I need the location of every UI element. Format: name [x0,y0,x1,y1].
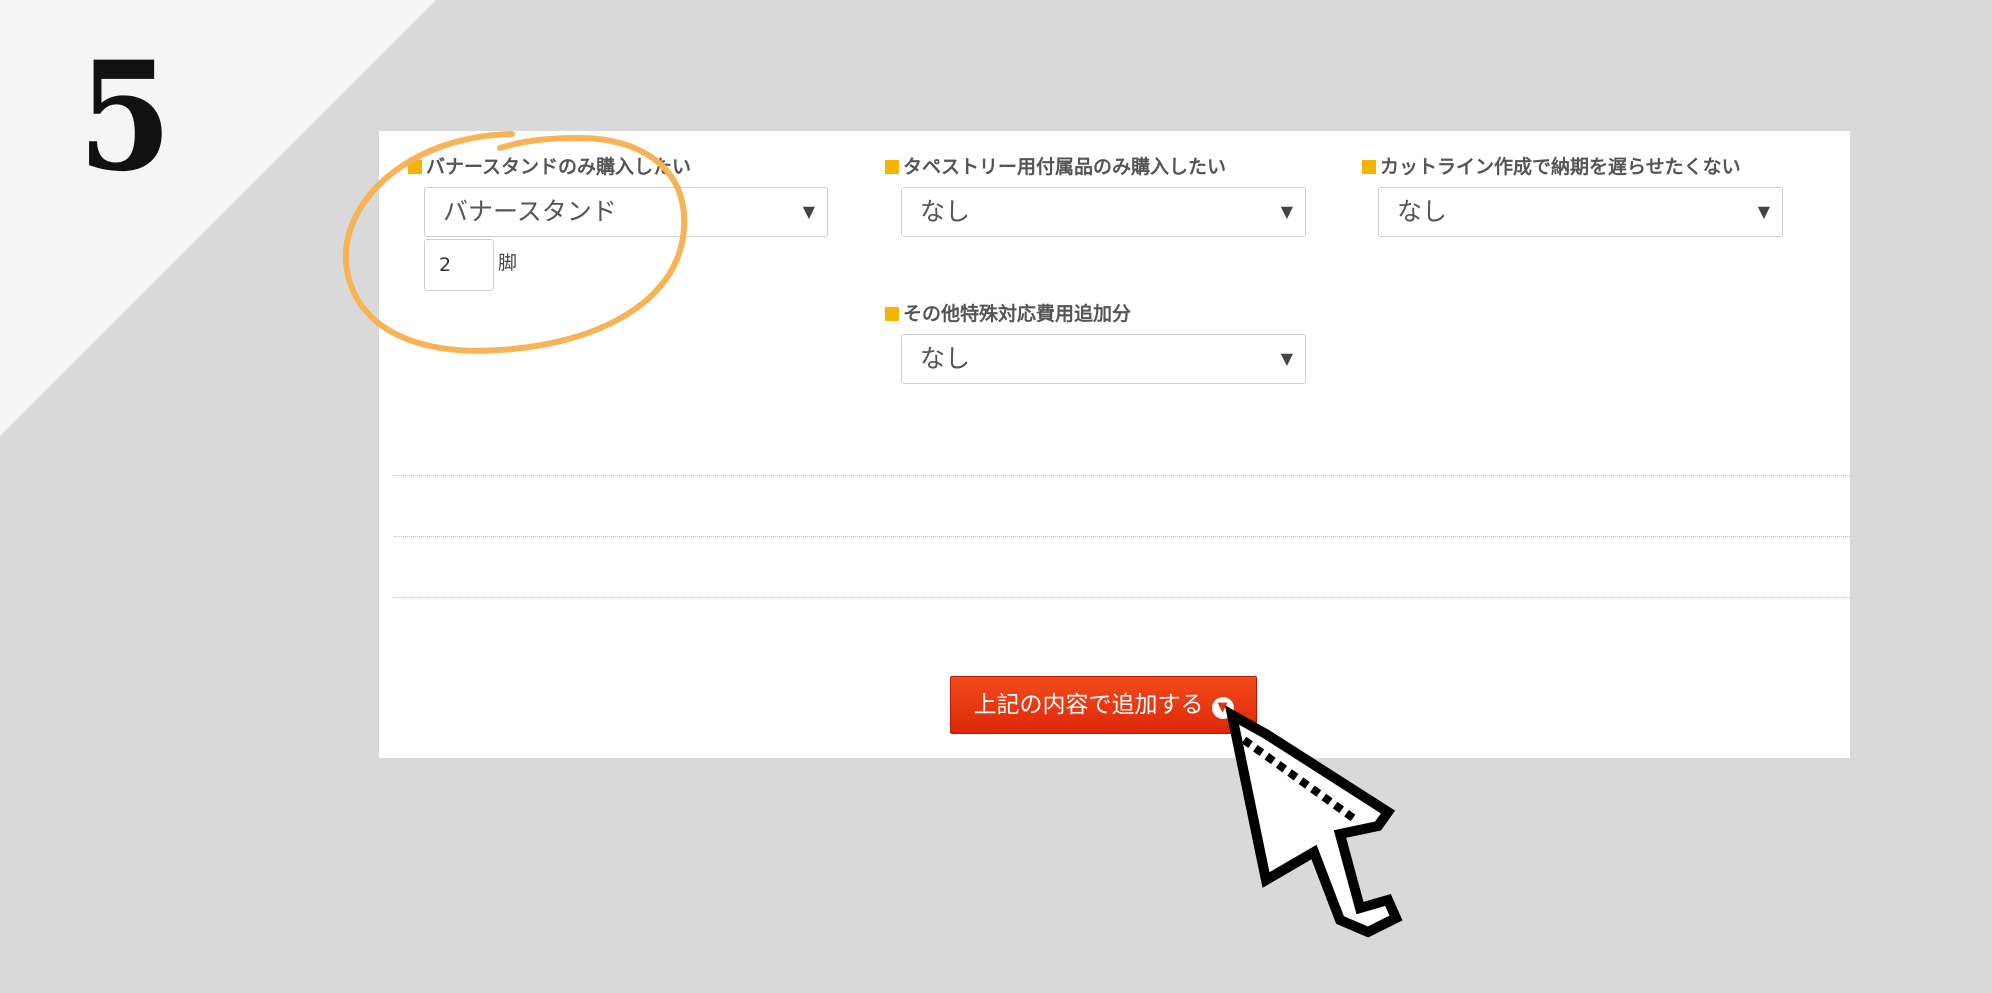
banner-stand-label: バナースタンドのみ購入したい [408,155,691,179]
divider [394,475,1850,476]
square-bullet-icon [885,307,899,321]
cutline-label: カットライン作成で納期を遅らせたくない [1362,155,1741,179]
special-fee-selected: なし [920,344,971,373]
square-bullet-icon [408,160,422,174]
caret-down-icon: ▼ [1757,202,1770,221]
cutline-selected: なし [1397,197,1448,226]
tapestry-accessory-select[interactable]: なし ▼ [901,187,1306,237]
tapestry-accessory-selected: なし [920,197,971,226]
special-fee-label: その他特殊対応費用追加分 [885,302,1131,326]
banner-stand-quantity-input[interactable]: 2 [424,239,494,291]
tapestry-accessory-label: タペストリー用付属品のみ購入したい [885,155,1226,179]
square-bullet-icon [1362,160,1376,174]
divider [394,597,1850,598]
banner-stand-selected: バナースタンド [443,197,617,226]
quantity-unit: 脚 [498,252,518,274]
banner-stand-select[interactable]: バナースタンド ▼ [424,187,828,237]
step-number: 5 [78,29,172,205]
caret-down-icon: ▼ [802,202,815,221]
options-panel: バナースタンドのみ購入したい バナースタンド ▼ 2 脚 タペストリー用付属品の… [379,131,1850,758]
caret-down-icon: ▼ [1280,349,1293,368]
special-fee-select[interactable]: なし ▼ [901,334,1306,384]
add-with-above-content-button[interactable]: 上記の内容で追加する ▼ [950,676,1257,734]
submit-button-label: 上記の内容で追加する [973,692,1204,718]
caret-down-icon: ▼ [1280,202,1293,221]
cutline-select[interactable]: なし ▼ [1378,187,1783,237]
divider [394,536,1850,537]
square-bullet-icon [885,160,899,174]
chevron-down-circle-icon: ▼ [1211,697,1234,719]
